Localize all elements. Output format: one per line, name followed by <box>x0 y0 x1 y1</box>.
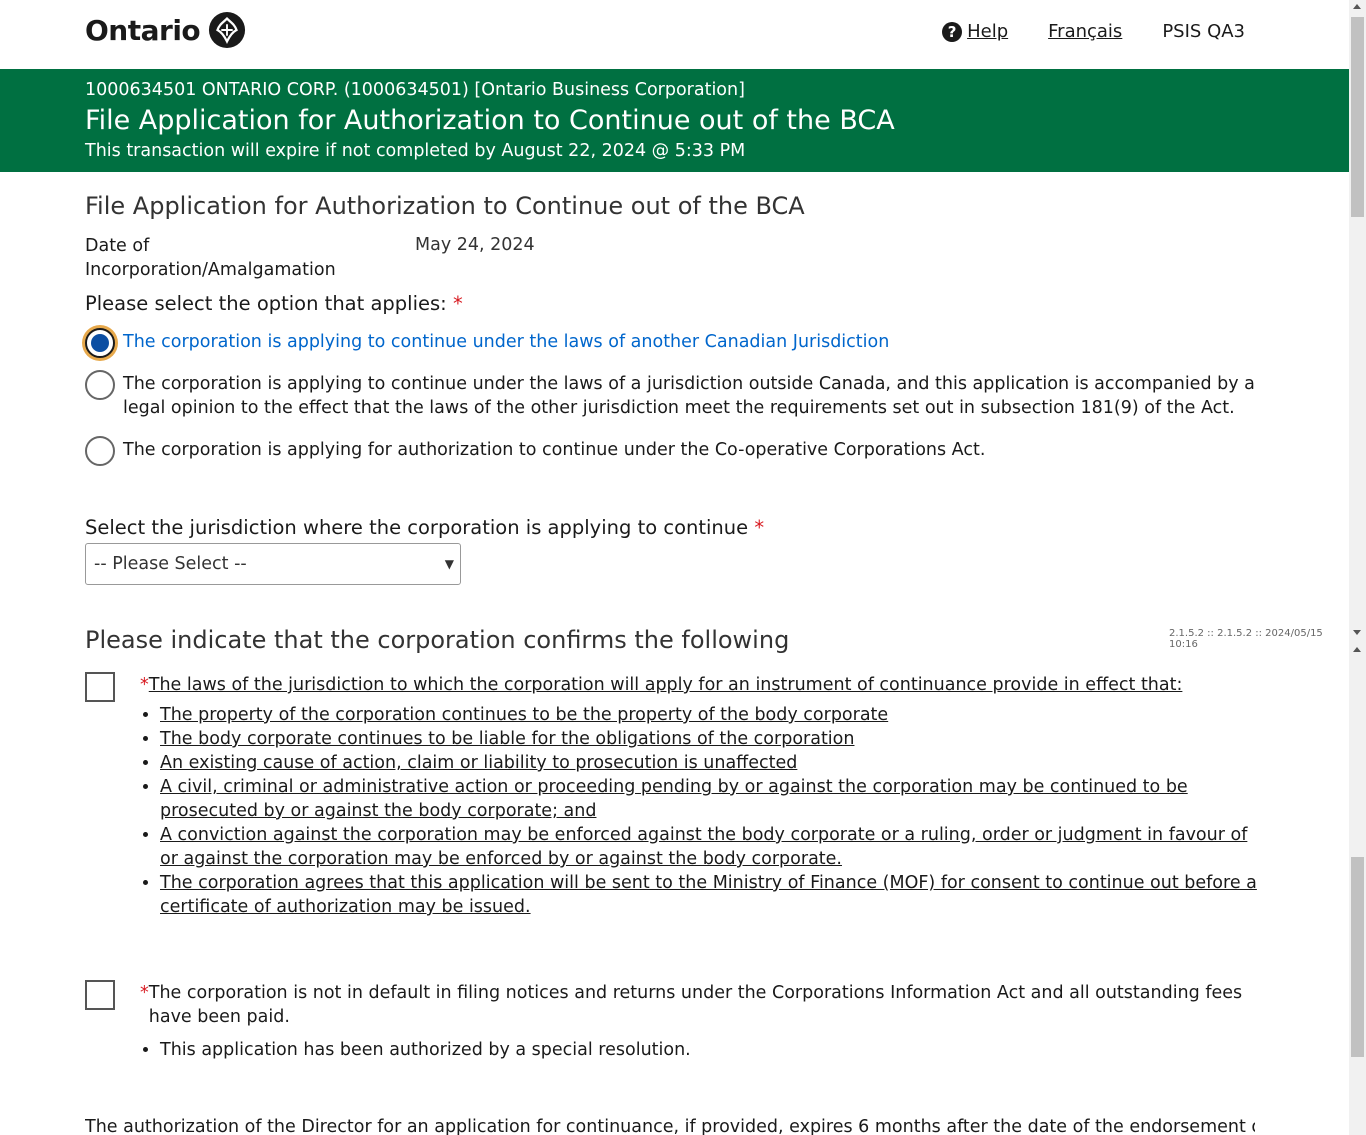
laws-bullet-list: The property of the corporation continue… <box>140 703 1260 919</box>
vertical-scrollbar[interactable] <box>1349 0 1366 1135</box>
top-header: Ontario ? Help Français PSIS QA3 <box>0 0 1349 69</box>
option-label: Please select the option that applies: * <box>85 292 463 315</box>
radio-button-cooperative[interactable] <box>85 436 115 466</box>
language-toggle-link[interactable]: Français <box>1048 21 1122 42</box>
confirm-title: Please indicate that the corporation con… <box>85 626 790 654</box>
chevron-down-icon: ▼ <box>444 557 454 571</box>
jurisdiction-select[interactable]: -- Please Select -- ▼ <box>85 543 461 585</box>
list-item: The corporation agrees that this applica… <box>160 871 1260 919</box>
section-title: File Application for Authorization to Co… <box>85 192 805 220</box>
doi-label: Date of Incorporation/Amalgamation <box>85 236 336 280</box>
required-mark: * <box>140 983 149 1003</box>
radio-button-outside-canada[interactable] <box>85 370 115 400</box>
help-link[interactable]: ? Help <box>942 21 1008 42</box>
environment-label: PSIS QA3 <box>1162 21 1245 42</box>
jurisdiction-select-value: -- Please Select -- <box>94 554 247 574</box>
scrollbar-thumb[interactable] <box>1351 17 1364 217</box>
confirm-item-laws: *The laws of the jurisdiction to which t… <box>140 673 1260 919</box>
ontario-logo[interactable]: Ontario <box>85 11 246 49</box>
radio-option-canadian[interactable]: The corporation is applying to continue … <box>85 328 1265 358</box>
authorization-expiry-note: The authorization of the Director for an… <box>85 1117 1255 1135</box>
checkbox-laws-confirmation[interactable] <box>85 672 115 702</box>
confirm-item-laws-text: The laws of the jurisdiction to which th… <box>148 675 1183 695</box>
default-bullet-list: This application has been authorized by … <box>140 1038 1260 1062</box>
option-label-text: Please select the option that applies: <box>85 292 447 315</box>
page: Ontario ? Help Français PSIS QA3 1000634… <box>0 0 1349 1135</box>
help-icon: ? <box>942 21 963 42</box>
scroll-up-arrow-icon[interactable] <box>1353 4 1361 9</box>
logo-text: Ontario <box>85 13 201 47</box>
jurisdiction-label-text: Select the jurisdiction where the corpor… <box>85 516 749 539</box>
radio-option-cooperative[interactable]: The corporation is applying for authoriz… <box>85 436 1265 466</box>
banner-title: File Application for Authorization to Co… <box>85 105 895 136</box>
version-label: 2.1.5.2 :: 2.1.5.2 :: 2024/05/15 10:16 <box>1169 628 1323 650</box>
trillium-icon <box>209 11 246 49</box>
radio-button-canadian[interactable] <box>85 328 115 358</box>
banner-expiry: This transaction will expire if not comp… <box>85 141 746 161</box>
list-item: A conviction against the corporation may… <box>160 823 1260 871</box>
list-item: The body corporate continues to be liabl… <box>160 727 1260 751</box>
required-mark: * <box>140 675 149 695</box>
radio-label-cooperative[interactable]: The corporation is applying for authoriz… <box>123 436 985 462</box>
radio-label-canadian[interactable]: The corporation is applying to continue … <box>123 328 889 354</box>
required-mark: * <box>754 516 765 539</box>
banner-corporation: 1000634501 ONTARIO CORP. (1000634501) [O… <box>85 80 745 100</box>
scrollbar-thumb[interactable] <box>1351 857 1364 1057</box>
confirm-item-default: * The corporation is not in default in fi… <box>140 981 1260 1062</box>
list-item: A civil, criminal or administrative acti… <box>160 775 1260 823</box>
list-item: This application has been authorized by … <box>160 1038 1260 1062</box>
required-mark: * <box>452 292 463 315</box>
list-item: The property of the corporation continue… <box>160 703 1260 727</box>
doi-value: May 24, 2024 <box>415 235 535 255</box>
scroll-up-arrow-icon[interactable] <box>1353 647 1361 652</box>
checkbox-not-in-default[interactable] <box>85 980 115 1010</box>
help-label: Help <box>967 21 1009 42</box>
scroll-down-arrow-icon[interactable] <box>1353 630 1361 635</box>
radio-option-outside-canada[interactable]: The corporation is applying to continue … <box>85 370 1265 420</box>
jurisdiction-label: Select the jurisdiction where the corpor… <box>85 516 764 539</box>
list-item: An existing cause of action, claim or li… <box>160 751 1260 775</box>
transaction-banner: 1000634501 ONTARIO CORP. (1000634501) [O… <box>0 69 1349 172</box>
radio-label-outside-canada[interactable]: The corporation is applying to continue … <box>123 370 1265 420</box>
top-links: ? Help Français PSIS QA3 <box>942 21 1245 42</box>
confirm-item-default-text: The corporation is not in default in fil… <box>148 983 1243 1027</box>
